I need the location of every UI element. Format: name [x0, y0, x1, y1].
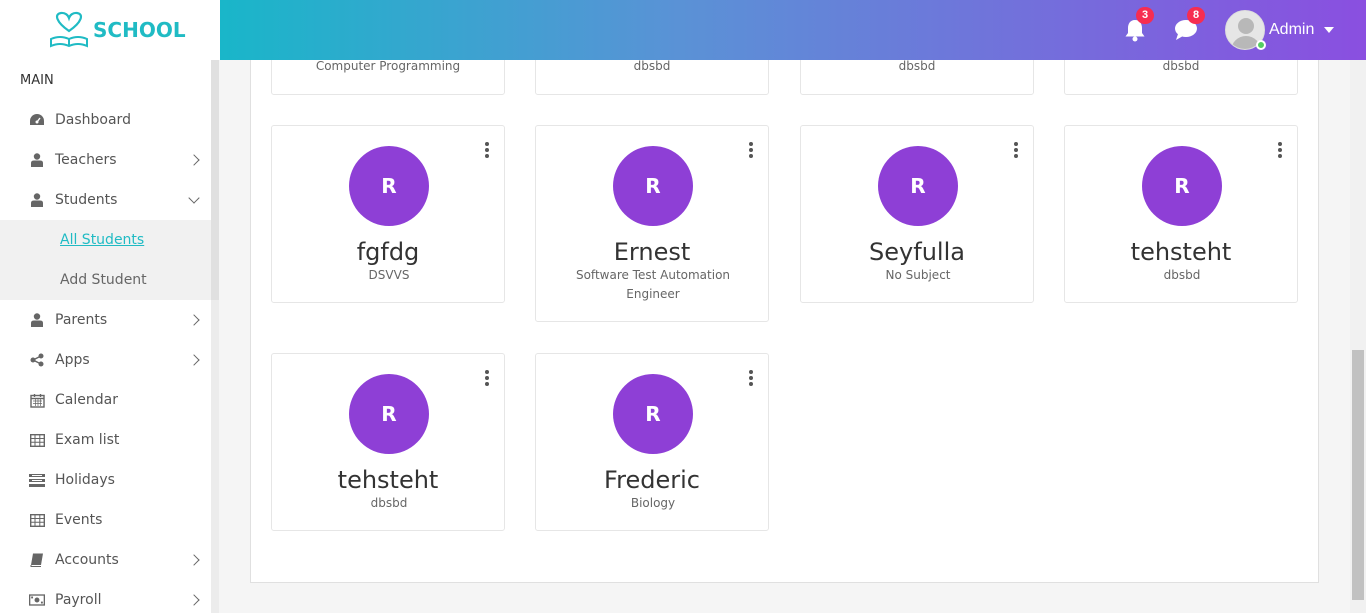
- school-logo-icon: [50, 11, 88, 48]
- brand-name: SCHOOL: [93, 18, 186, 42]
- student-subject: dbsbd: [1163, 268, 1201, 282]
- student-card: R Frederic Biology: [535, 353, 769, 531]
- more-options-icon[interactable]: [1278, 142, 1282, 160]
- chevron-right-icon: [188, 314, 200, 326]
- student-name[interactable]: tehsteht: [272, 466, 504, 494]
- sidebar-item-label: Students: [55, 192, 118, 208]
- sidebar-item-label: Exam list: [55, 432, 120, 448]
- more-options-icon[interactable]: [749, 370, 753, 388]
- student-avatar[interactable]: R: [613, 146, 693, 226]
- more-options-icon[interactable]: [485, 142, 489, 160]
- notifications-badge: 3: [1136, 7, 1154, 24]
- sidebar-item-label: Teachers: [55, 152, 117, 168]
- sidebar-item-events[interactable]: Events: [0, 500, 211, 540]
- dashboard-icon: [29, 112, 45, 128]
- student-avatar[interactable]: R: [349, 146, 429, 226]
- student-card: R fgfdg DSVVS: [271, 125, 505, 303]
- chevron-down-icon: [188, 192, 200, 204]
- sidebar-item-holidays[interactable]: Holidays: [0, 460, 211, 500]
- sidebar-item-label: Dashboard: [55, 112, 131, 128]
- student-card: R Seyfulla No Subject: [800, 125, 1034, 303]
- student-subject: Biology: [630, 496, 676, 510]
- logo[interactable]: SCHOOL: [0, 0, 220, 60]
- sidebar-item-label: Accounts: [55, 552, 119, 568]
- page-scrollbar-thumb[interactable]: [1352, 350, 1364, 600]
- student-subject: DSVVS: [368, 268, 410, 282]
- user-icon: [29, 312, 45, 328]
- more-options-icon[interactable]: [1014, 142, 1018, 160]
- student-subject: Software Test Automation Engineer: [575, 268, 731, 301]
- sidebar-item-teachers[interactable]: Teachers: [0, 140, 211, 180]
- messages-button[interactable]: 8: [1174, 0, 1205, 60]
- submenu-item-all-students[interactable]: All Students: [60, 232, 144, 248]
- student-avatar[interactable]: R: [878, 146, 958, 226]
- calendar-icon: [29, 392, 45, 408]
- chevron-right-icon: [188, 554, 200, 566]
- user-icon: [29, 152, 45, 168]
- table-icon: [29, 512, 45, 528]
- sidebar-scrollbar-thumb[interactable]: [211, 60, 219, 300]
- notifications-button[interactable]: 3: [1124, 0, 1154, 60]
- student-name[interactable]: Ernest: [536, 238, 768, 266]
- student-card: R tehsteht dbsbd: [1064, 125, 1298, 303]
- sidebar-item-label: Events: [55, 512, 103, 528]
- user-name: Admin: [1269, 21, 1315, 38]
- submenu-item-add-student[interactable]: Add Student: [60, 272, 147, 288]
- share-icon: [29, 352, 45, 368]
- sidebar-item-dashboard[interactable]: Dashboard: [0, 100, 211, 140]
- sidebar-item-label: Parents: [55, 312, 108, 328]
- caret-down-icon: [1324, 27, 1335, 33]
- student-avatar[interactable]: R: [1142, 146, 1222, 226]
- sidebar-item-label: Payroll: [55, 592, 102, 608]
- student-name[interactable]: Seyfulla: [801, 238, 1033, 266]
- more-options-icon[interactable]: [485, 370, 489, 388]
- chevron-right-icon: [188, 594, 200, 606]
- menu-section-title: MAIN: [20, 73, 54, 88]
- online-status-dot: [1256, 40, 1266, 50]
- list-icon: [29, 472, 45, 488]
- money-icon: [29, 592, 45, 608]
- top-header: SCHOOL 3 8 Admin: [0, 0, 1366, 60]
- student-card: R Ernest Software Test Automation Engine…: [535, 125, 769, 322]
- student-name[interactable]: Frederic: [536, 466, 768, 494]
- student-subject: dbsbd: [633, 59, 671, 73]
- chevron-right-icon: [188, 154, 200, 166]
- sidebar-item-students[interactable]: Students: [0, 180, 211, 220]
- sidebar-item-label: Apps: [55, 352, 90, 368]
- student-avatar[interactable]: R: [349, 374, 429, 454]
- user-menu[interactable]: Admin: [1225, 0, 1340, 60]
- table-icon: [29, 432, 45, 448]
- student-name[interactable]: fgfdg: [272, 238, 504, 266]
- student-subject: dbsbd: [898, 59, 936, 73]
- sidebar-item-exam-list[interactable]: Exam list: [0, 420, 211, 460]
- sidebar-item-calendar[interactable]: Calendar: [0, 380, 211, 420]
- student-subject: dbsbd: [370, 496, 408, 510]
- student-subject: No Subject: [885, 268, 951, 282]
- sidebar-item-accounts[interactable]: Accounts: [0, 540, 211, 580]
- sidebar-item-label: Calendar: [55, 392, 118, 408]
- student-card: R tehsteht dbsbd: [271, 353, 505, 531]
- sidebar-item-payroll[interactable]: Payroll: [0, 580, 211, 613]
- sidebar-item-parents[interactable]: Parents: [0, 300, 211, 340]
- topbar: 3 8 Admin: [220, 0, 1366, 60]
- student-subject: Computer Programming: [315, 59, 461, 73]
- user-icon: [29, 192, 45, 208]
- sidebar-item-label: Holidays: [55, 472, 115, 488]
- book-icon: [29, 552, 45, 568]
- more-options-icon[interactable]: [749, 142, 753, 160]
- student-subject: dbsbd: [1162, 59, 1200, 73]
- student-name[interactable]: tehsteht: [1065, 238, 1297, 266]
- student-avatar[interactable]: R: [613, 374, 693, 454]
- sidebar-item-apps[interactable]: Apps: [0, 340, 211, 380]
- messages-badge: 8: [1187, 7, 1205, 24]
- chevron-right-icon: [188, 354, 200, 366]
